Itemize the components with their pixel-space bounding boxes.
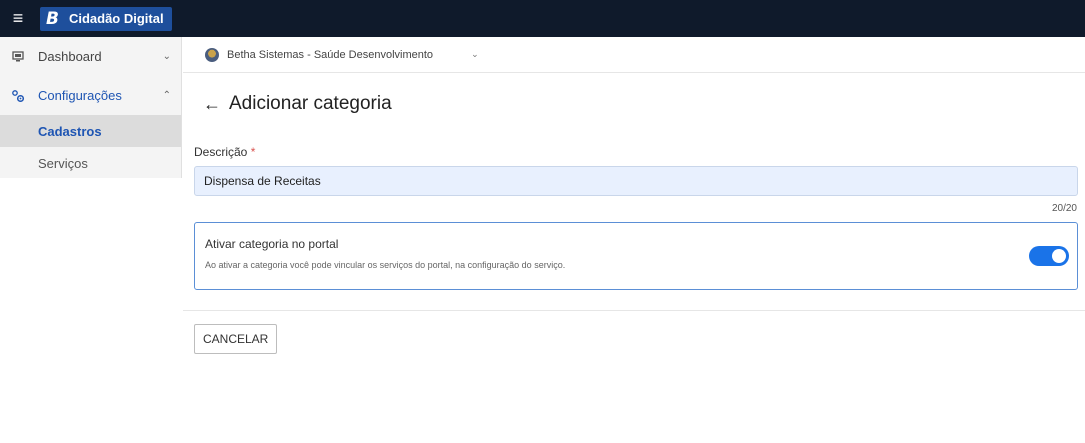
page-title: Adicionar categoria: [229, 93, 392, 114]
org-selector-label: Betha Sistemas - Saúde Desenvolvimento: [227, 48, 434, 61]
toggle-knob: [1052, 249, 1066, 263]
activate-category-card: Ativar categoria no portal Ao ativar a c…: [194, 222, 1078, 290]
chevron-down-icon: ⌄: [162, 51, 171, 62]
sidebar: Dashboard ⌄ Configurações ⌃ Cadastros Se…: [0, 37, 182, 443]
divider: [183, 310, 1085, 311]
description-label-text: Descrição: [194, 145, 248, 159]
app-brand[interactable]: B Cidadão Digital: [40, 6, 172, 31]
sidebar-subitem-cadastros[interactable]: Cadastros: [0, 115, 181, 147]
main-content: Betha Sistemas - Saúde Desenvolvimento ⌄…: [183, 37, 1085, 443]
sidebar-item-label: Configurações: [38, 88, 122, 103]
sidebar-item-label: Dashboard: [38, 49, 102, 64]
gears-icon: [10, 89, 26, 103]
org-emblem-icon: [205, 47, 219, 62]
chevron-down-icon: ⌄: [471, 49, 479, 59]
sidebar-item-dashboard[interactable]: Dashboard ⌄: [0, 37, 181, 76]
org-selector[interactable]: Betha Sistemas - Saúde Desenvolvimento ⌄: [183, 37, 1085, 73]
activate-category-toggle[interactable]: [1029, 246, 1069, 266]
top-bar: ≡ B Cidadão Digital: [0, 0, 1085, 37]
activate-category-title: Ativar categoria no portal: [205, 237, 339, 251]
required-asterisk: *: [250, 145, 256, 159]
back-arrow-icon[interactable]: ←: [203, 94, 221, 115]
chevron-up-icon: ⌃: [162, 90, 171, 101]
sidebar-subitem-servicos[interactable]: Serviços: [0, 147, 181, 179]
brand-logo: B: [46, 8, 59, 29]
character-counter: 20/20: [1051, 203, 1077, 214]
activate-category-description: Ao ativar a categoria você pode vincular…: [205, 260, 566, 270]
sidebar-item-configuracoes[interactable]: Configurações ⌃: [0, 76, 181, 115]
app-name: Cidadão Digital: [68, 11, 164, 26]
description-input[interactable]: Dispensa de Receitas: [194, 166, 1078, 196]
sidebar-empty-area: [0, 178, 182, 443]
page-header: ← Adicionar categoria: [203, 93, 392, 115]
description-label: Descrição *: [194, 145, 255, 159]
monitor-icon: [10, 50, 26, 63]
hamburger-menu-icon[interactable]: ≡: [0, 0, 36, 37]
cancel-button[interactable]: CANCELAR: [194, 324, 278, 354]
description-input-value: Dispensa de Receitas: [204, 174, 321, 188]
